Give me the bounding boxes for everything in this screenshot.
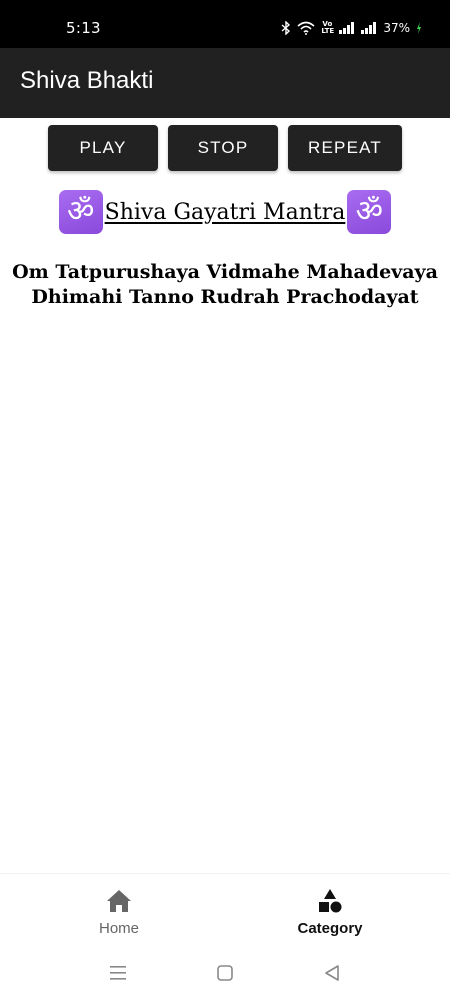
mantra-title: Shiva Gayatri Mantra [104, 199, 346, 225]
nav-label-home: Home [98, 920, 139, 937]
volte-line-2: LTE [321, 27, 335, 35]
app-title: Shiva Bhakti [20, 67, 154, 94]
om-icon: ॐ [58, 190, 103, 234]
battery-level: 37% [383, 21, 410, 35]
back-icon[interactable] [321, 962, 343, 984]
app-bar: Shiva Bhakti [0, 48, 450, 118]
nav-item-category[interactable]: Category [255, 874, 405, 948]
repeat-button[interactable]: REPEAT [288, 125, 402, 171]
play-button[interactable]: PLAY [48, 125, 158, 171]
nav-item-home[interactable]: Home [44, 874, 194, 948]
wifi-icon [297, 21, 315, 35]
mantra-title-row: ॐ Shiva Gayatri Mantra ॐ [0, 186, 450, 238]
status-icons: Vo LTE 37% [281, 18, 422, 38]
bluetooth-icon [281, 21, 291, 35]
home-circle-icon[interactable] [214, 962, 236, 984]
status-bar: 5:13 Vo LTE 37% [0, 0, 450, 48]
playback-controls: PLAY STOP REPEAT [48, 125, 402, 171]
signal-icon [361, 22, 377, 34]
stop-button[interactable]: STOP [168, 125, 278, 171]
bottom-navigation: Home Category [0, 873, 450, 947]
category-icon [319, 889, 342, 913]
signal-icon [339, 22, 355, 34]
system-navigation-bar [0, 947, 450, 1000]
om-icon: ॐ [347, 190, 392, 234]
home-icon [107, 890, 131, 912]
nav-label-category: Category [297, 920, 363, 937]
status-time: 5:13 [66, 19, 101, 37]
mantra-text: Om Tatpurushaya Vidmahe Mahadevaya Dhima… [12, 261, 438, 308]
recents-icon[interactable] [107, 962, 129, 984]
volte-icon: Vo LTE [321, 21, 335, 35]
battery-charging-icon [417, 22, 421, 34]
